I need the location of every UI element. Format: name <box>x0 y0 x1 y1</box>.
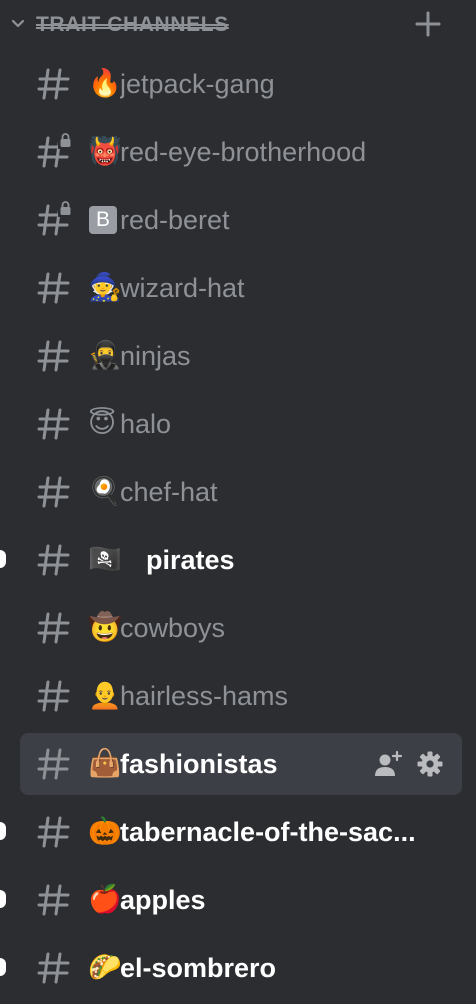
channel-item[interactable]: 🧙 wizard-hat <box>0 254 476 322</box>
channel-name[interactable]: red-beret <box>120 201 230 239</box>
channel-name[interactable]: red-eye-brotherhood <box>120 133 366 171</box>
channel-name[interactable]: chef-hat <box>120 473 218 511</box>
channel-emoji: 🤠 <box>88 612 122 643</box>
channel-item[interactable]: 🏴‍☠️ pirates <box>0 526 476 594</box>
channel-item[interactable]: 👹 red-eye-brotherhood <box>0 118 476 186</box>
add-member-icon[interactable] <box>373 750 403 778</box>
channel-item-background <box>20 529 462 591</box>
channel-item[interactable]: 🌮 el-sombrero <box>0 934 476 1002</box>
channel-name[interactable]: wizard-hat <box>120 269 245 307</box>
channel-hash-icon <box>37 952 70 984</box>
channel-name[interactable]: fashionistas <box>120 745 278 783</box>
channel-hash-icon <box>37 272 70 304</box>
channel-item-background <box>20 393 462 455</box>
channel-item[interactable]: 👜 fashionistas <box>0 730 476 798</box>
channel-hash-icon <box>37 816 70 848</box>
channel-name[interactable]: pirates <box>146 541 235 579</box>
channel-hash-icon <box>37 340 70 372</box>
channel-emoji: 🏴‍☠️ <box>88 544 122 575</box>
unread-indicator <box>0 550 6 568</box>
unread-indicator <box>0 958 6 976</box>
channel-emoji: 🥷 <box>88 340 122 371</box>
channel-item[interactable]: 🥷 ninjas <box>0 322 476 390</box>
channel-item[interactable]: 🎃 tabernacle-of-the-sac... <box>0 798 476 866</box>
category-title[interactable]: TRAIT CHANNELS <box>36 10 229 40</box>
channel-item[interactable]: 🍎 apples <box>0 866 476 934</box>
channel-item[interactable]: 🍳 chef-hat <box>0 458 476 526</box>
channel-item-background <box>20 189 462 251</box>
channel-emoji: 🎃 <box>88 816 122 847</box>
channel-name[interactable]: jetpack-gang <box>120 65 275 103</box>
locked-channel-hash-icon <box>37 132 73 168</box>
channel-hash-icon <box>37 884 70 916</box>
unread-indicator <box>0 890 6 908</box>
channel-emoji: 🧑‍🦲 <box>88 680 122 711</box>
channel-item[interactable]: 🧑‍🦲 hairless-hams <box>0 662 476 730</box>
channel-emoji: 🌮 <box>88 952 122 983</box>
channel-item[interactable]: Bred-beret <box>0 186 476 254</box>
channel-hash-icon <box>37 544 70 576</box>
channel-emoji: 👜 <box>88 748 122 779</box>
channel-hash-icon <box>37 68 70 100</box>
channel-hash-icon <box>37 476 70 508</box>
channel-emoji: 😇 <box>88 408 117 439</box>
channel-item[interactable]: 🤠 cowboys <box>0 594 476 662</box>
gear-icon[interactable] <box>416 750 444 778</box>
channel-emoji: 🍳 <box>88 476 122 507</box>
channel-item[interactable]: 😇 halo <box>0 390 476 458</box>
unread-indicator <box>0 822 6 840</box>
locked-channel-hash-icon <box>37 200 73 236</box>
channel-emoji: 👹 <box>88 136 122 167</box>
channel-emoji: 🔥 <box>88 68 122 99</box>
plus-icon[interactable] <box>414 10 442 38</box>
channel-emoji: 🍎 <box>88 884 122 915</box>
channel-hash-icon <box>37 748 70 780</box>
channel-name[interactable]: cowboys <box>120 609 225 647</box>
channel-list: 🔥 jetpack-gang 👹 red-eye-brotherhood Bred-be… <box>0 50 476 1002</box>
channel-item[interactable]: 🔥 jetpack-gang <box>0 50 476 118</box>
channel-item-background <box>20 869 462 931</box>
channel-name[interactable]: el-sombrero <box>120 949 276 987</box>
category-header[interactable]: TRAIT CHANNELS <box>0 0 476 50</box>
channel-name[interactable]: tabernacle-of-the-sac... <box>120 813 416 851</box>
channel-emoji: 🧙 <box>88 272 122 303</box>
channel-name[interactable]: halo <box>120 405 171 443</box>
channel-name[interactable]: hairless-hams <box>120 677 288 715</box>
channel-item-background <box>20 461 462 523</box>
channel-emoji: B <box>89 206 117 234</box>
chevron-down-icon[interactable] <box>10 17 26 31</box>
channel-hash-icon <box>37 680 70 712</box>
channel-item-background <box>20 325 462 387</box>
channel-hash-icon <box>37 408 70 440</box>
channel-hash-icon <box>37 612 70 644</box>
channel-name[interactable]: apples <box>120 881 206 919</box>
channel-name[interactable]: ninjas <box>120 337 191 375</box>
channel-item-background <box>20 597 462 659</box>
